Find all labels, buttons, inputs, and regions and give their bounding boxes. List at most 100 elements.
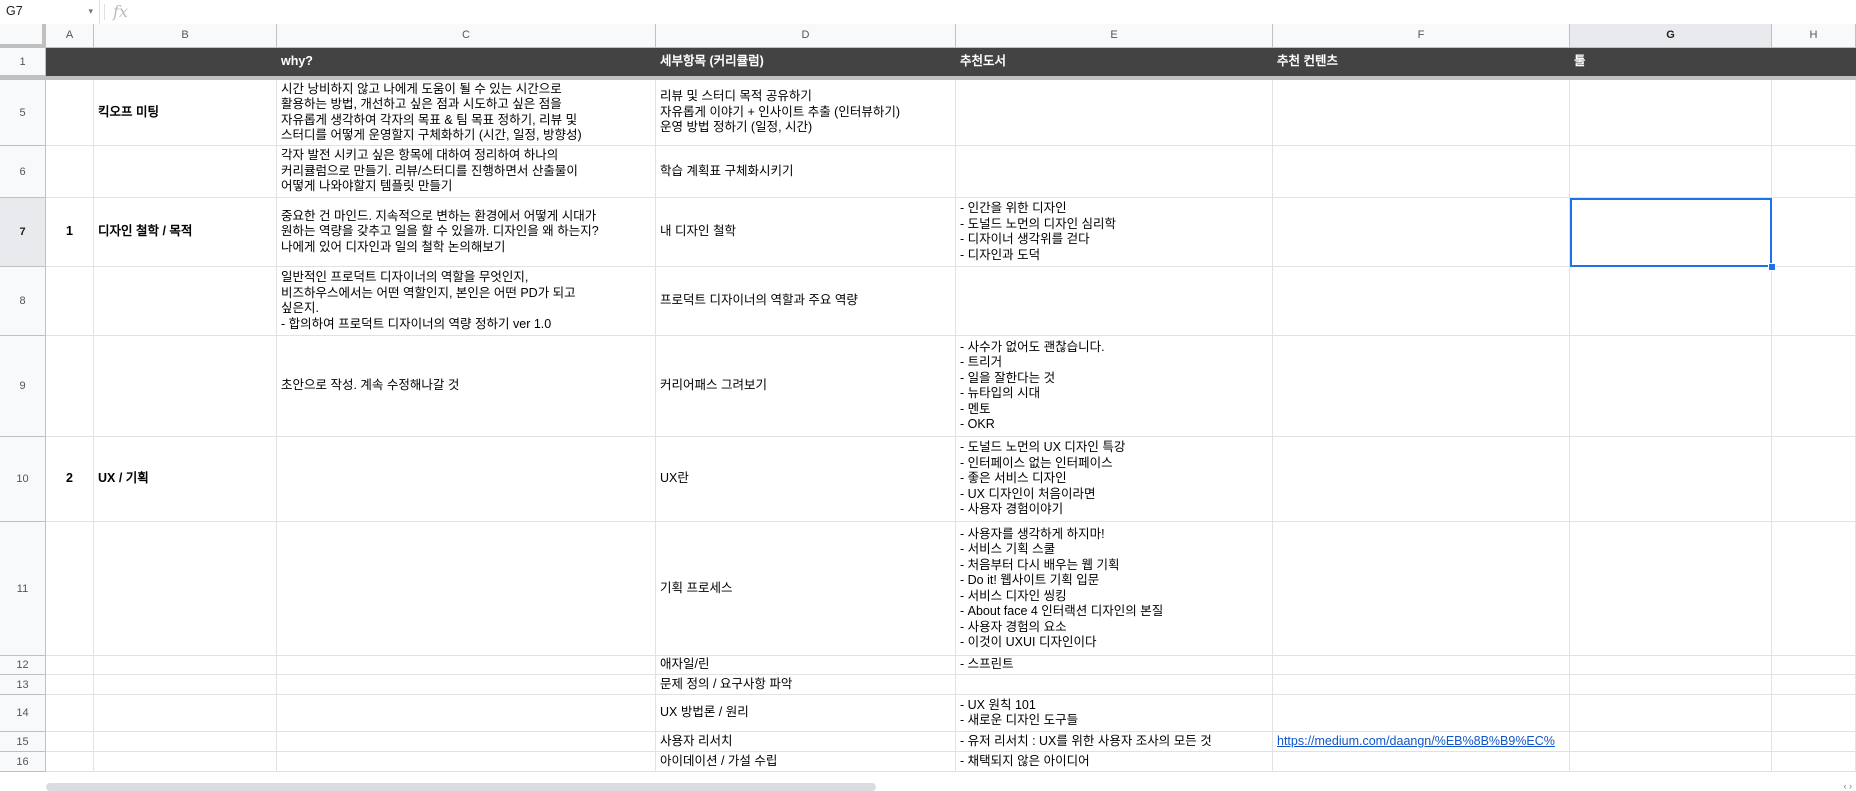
cell-g11[interactable] [1570, 522, 1772, 656]
column-header-e[interactable]: E [956, 24, 1273, 48]
cell-g14[interactable] [1570, 695, 1772, 732]
column-header-g[interactable]: G [1570, 24, 1772, 48]
cell-f10[interactable] [1273, 437, 1570, 522]
cell-b12[interactable] [94, 656, 277, 675]
cell-f15[interactable]: https://medium.com/daangn/%EB%8B%B9%EC% [1273, 732, 1570, 752]
cell-h8[interactable] [1772, 267, 1856, 336]
formula-input[interactable] [135, 0, 1856, 24]
scroll-arrows-icon[interactable]: ‹ › [1844, 781, 1853, 791]
cell-d12[interactable]: 애자일/린 [656, 656, 956, 675]
cell-d5[interactable]: 리뷰 및 스터디 목적 공유하기 자유롭게 이야기 + 인사이트 추출 (인터뷰… [656, 80, 956, 146]
chevron-down-icon[interactable]: ▾ [88, 6, 93, 17]
row-header-7[interactable]: 7 [0, 198, 46, 267]
cell-f12[interactable] [1273, 656, 1570, 675]
cell-e8[interactable] [956, 267, 1273, 336]
cell-d1[interactable]: 세부항목 (커리큘럼) [656, 48, 956, 76]
row-header-8[interactable]: 8 [0, 267, 46, 336]
cell-d11[interactable]: 기획 프로세스 [656, 522, 956, 656]
cell-a16[interactable] [46, 752, 94, 772]
cell-h7[interactable] [1772, 198, 1856, 267]
cell-f7[interactable] [1273, 198, 1570, 267]
cell-d6[interactable]: 학습 계획표 구체화시키기 [656, 146, 956, 198]
cell-a6[interactable] [46, 146, 94, 198]
row-header-6[interactable]: 6 [0, 146, 46, 198]
cell-b11[interactable] [94, 522, 277, 656]
cell-c5[interactable]: 시간 낭비하지 않고 나에게 도움이 될 수 있는 시간으로 활용하는 방법, … [277, 80, 656, 146]
cell-b14[interactable] [94, 695, 277, 732]
cell-e9[interactable]: - 사수가 없어도 괜찮습니다. - 트리거 - 일을 잘한다는 것 - 뉴타입… [956, 336, 1273, 437]
cell-h1[interactable] [1772, 48, 1856, 76]
cell-f6[interactable] [1273, 146, 1570, 198]
cell-b15[interactable] [94, 732, 277, 752]
row-header-9[interactable]: 9 [0, 336, 46, 437]
cell-g16[interactable] [1570, 752, 1772, 772]
cell-g9[interactable] [1570, 336, 1772, 437]
name-box[interactable]: G7 ▾ [0, 0, 100, 24]
cell-f9[interactable] [1273, 336, 1570, 437]
cell-h5[interactable] [1772, 80, 1856, 146]
cell-b5[interactable]: 킥오프 미팅 [94, 80, 277, 146]
cell-e10[interactable]: - 도널드 노먼의 UX 디자인 특강 - 인터페이스 없는 인터페이스 - 좋… [956, 437, 1273, 522]
row-header-10[interactable]: 10 [0, 437, 46, 522]
cell-c12[interactable] [277, 656, 656, 675]
cell-c15[interactable] [277, 732, 656, 752]
cell-b1[interactable] [94, 48, 277, 76]
horizontal-scrollbar[interactable] [46, 783, 876, 791]
cell-f13[interactable] [1273, 675, 1570, 695]
row-header-1[interactable]: 1 [0, 48, 46, 76]
cell-e14[interactable]: - UX 원칙 101 - 새로운 디자인 도구들 [956, 695, 1273, 732]
cell-h16[interactable] [1772, 752, 1856, 772]
cell-d13[interactable]: 문제 정의 / 요구사항 파악 [656, 675, 956, 695]
cell-c10[interactable] [277, 437, 656, 522]
column-header-h[interactable]: H [1772, 24, 1856, 48]
row-header-13[interactable]: 13 [0, 675, 46, 695]
row-header-12[interactable]: 12 [0, 656, 46, 675]
cell-a11[interactable] [46, 522, 94, 656]
cell-e13[interactable] [956, 675, 1273, 695]
frozen-row-divider[interactable] [0, 76, 1856, 80]
cell-e1[interactable]: 추천도서 [956, 48, 1273, 76]
cell-c1[interactable]: why? [277, 48, 656, 76]
cell-d10[interactable]: UX란 [656, 437, 956, 522]
cell-d14[interactable]: UX 방법론 / 원리 [656, 695, 956, 732]
cell-a13[interactable] [46, 675, 94, 695]
fill-handle[interactable] [1768, 263, 1776, 271]
cell-b16[interactable] [94, 752, 277, 772]
cell-g12[interactable] [1570, 656, 1772, 675]
column-header-d[interactable]: D [656, 24, 956, 48]
cell-h9[interactable] [1772, 336, 1856, 437]
cell-e12[interactable]: - 스프린트 [956, 656, 1273, 675]
cell-a8[interactable] [46, 267, 94, 336]
column-header-f[interactable]: F [1273, 24, 1570, 48]
row-header-14[interactable]: 14 [0, 695, 46, 732]
cell-a14[interactable] [46, 695, 94, 732]
cell-d8[interactable]: 프로덕트 디자이너의 역할과 주요 역량 [656, 267, 956, 336]
cell-a10[interactable]: 2 [46, 437, 94, 522]
cell-h14[interactable] [1772, 695, 1856, 732]
cell-b9[interactable] [94, 336, 277, 437]
cell-e15[interactable]: - 유저 리서치 : UX를 위한 사용자 조사의 모든 것 [956, 732, 1273, 752]
cell-f11[interactable] [1273, 522, 1570, 656]
cell-e11[interactable]: - 사용자를 생각하게 하지마! - 서비스 기획 스쿨 - 처음부터 다시 배… [956, 522, 1273, 656]
column-header-a[interactable]: A [46, 24, 94, 48]
cell-e6[interactable] [956, 146, 1273, 198]
cell-g6[interactable] [1570, 146, 1772, 198]
cell-c7[interactable]: 중요한 건 마인드. 지속적으로 변하는 환경에서 어떻게 시대가 원하는 역량… [277, 198, 656, 267]
cell-g15[interactable] [1570, 732, 1772, 752]
cell-h15[interactable] [1772, 732, 1856, 752]
row-header-16[interactable]: 16 [0, 752, 46, 772]
cell-c13[interactable] [277, 675, 656, 695]
row-header-15[interactable]: 15 [0, 732, 46, 752]
cell-b10[interactable]: UX / 기획 [94, 437, 277, 522]
cell-d7[interactable]: 내 디자인 철학 [656, 198, 956, 267]
cell-c9[interactable]: 초안으로 작성. 계속 수정해나갈 것 [277, 336, 656, 437]
cell-b13[interactable] [94, 675, 277, 695]
cell-b7[interactable]: 디자인 철학 / 목적 [94, 198, 277, 267]
cell-a7[interactable]: 1 [46, 198, 94, 267]
cell-a15[interactable] [46, 732, 94, 752]
cell-h10[interactable] [1772, 437, 1856, 522]
cell-e5[interactable] [956, 80, 1273, 146]
cell-h12[interactable] [1772, 656, 1856, 675]
cell-g8[interactable] [1570, 267, 1772, 336]
cell-c16[interactable] [277, 752, 656, 772]
